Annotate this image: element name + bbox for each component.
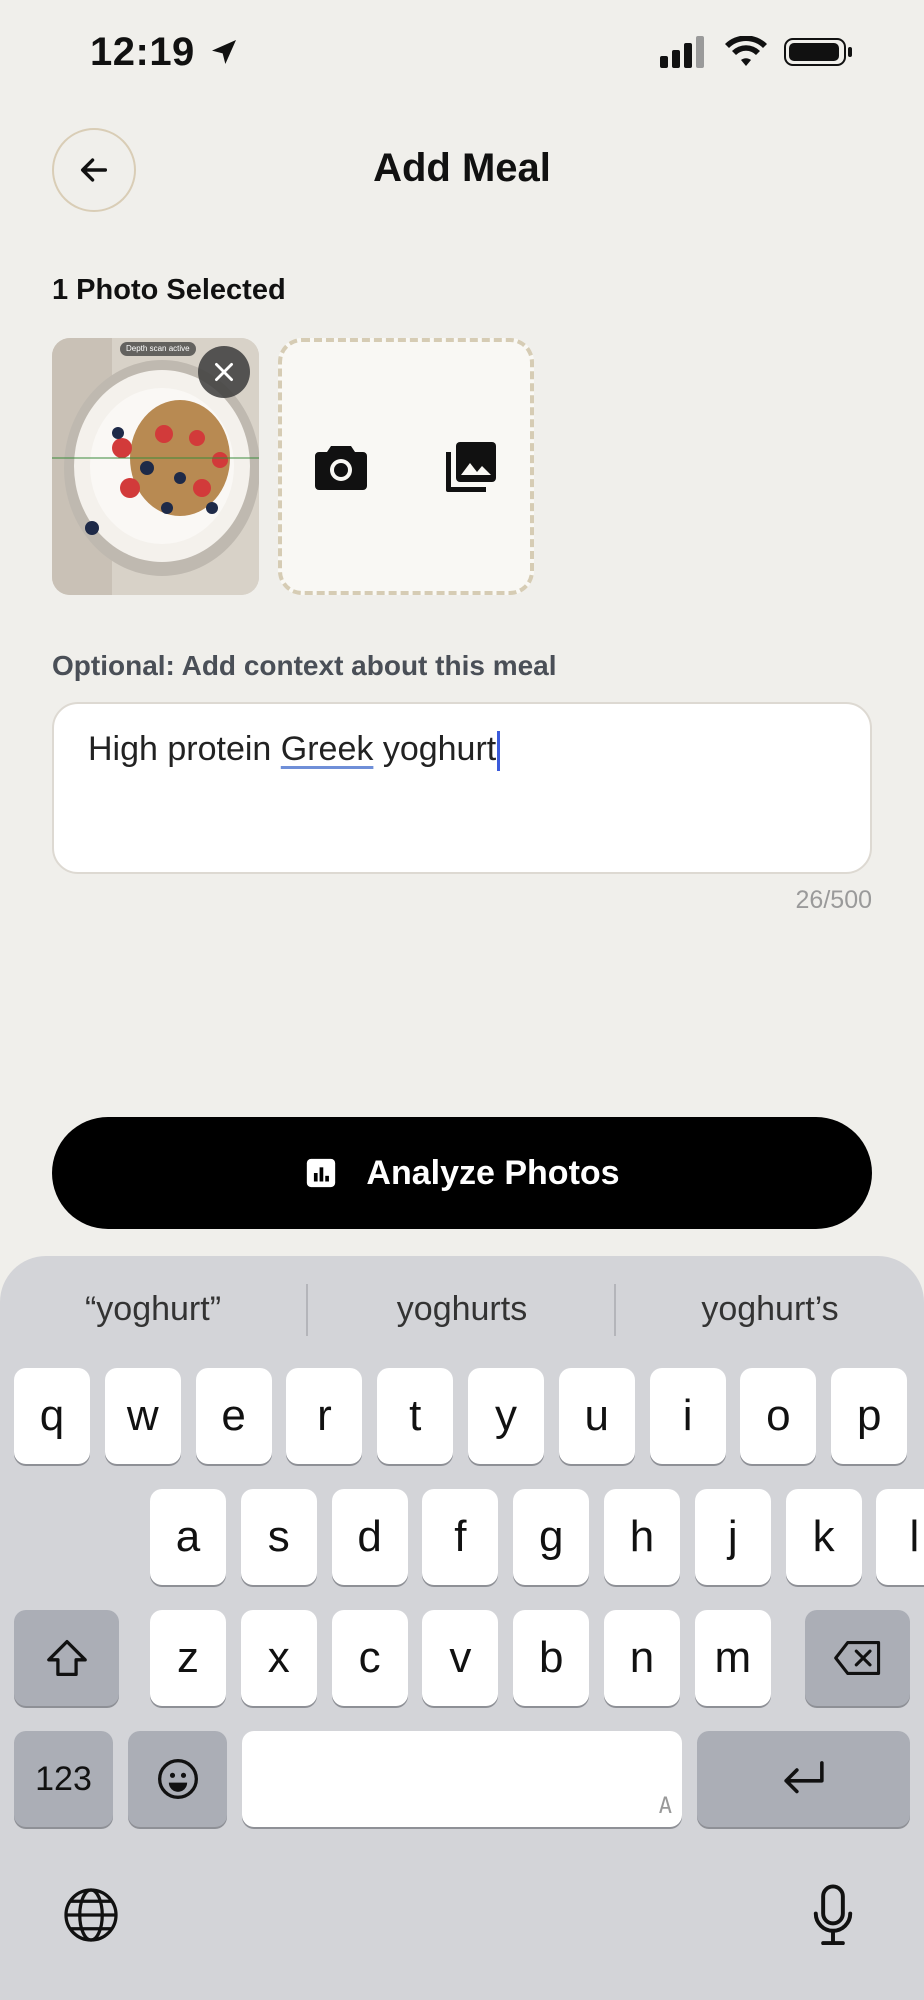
depth-scan-tag: Depth scan active	[120, 342, 196, 356]
key-f[interactable]: f	[422, 1489, 499, 1585]
key-j[interactable]: j	[694, 1489, 771, 1585]
suggestion-divider	[306, 1284, 308, 1336]
suggestion-2[interactable]: yoghurts	[312, 1290, 612, 1329]
photo-library-icon	[446, 442, 496, 492]
photos-selected-label: 1 Photo Selected	[52, 274, 286, 306]
numbers-key[interactable]: 123	[14, 1731, 113, 1827]
chart-icon	[307, 1158, 336, 1188]
suggestion-divider	[614, 1284, 616, 1336]
shift-key[interactable]	[14, 1610, 119, 1706]
key-o[interactable]: o	[740, 1368, 817, 1464]
return-key[interactable]	[697, 1731, 910, 1827]
suggestion-3[interactable]: yoghurt’s	[620, 1290, 920, 1329]
key-s[interactable]: s	[240, 1489, 317, 1585]
key-x[interactable]: x	[240, 1610, 317, 1706]
key-l[interactable]: l	[876, 1489, 924, 1585]
microphone-icon	[813, 1884, 853, 1946]
key-z[interactable]: z	[150, 1610, 226, 1706]
return-icon	[783, 1761, 824, 1794]
context-text-part: High protein	[88, 730, 281, 768]
status-time: 12:19	[90, 30, 240, 75]
space-key[interactable]: A	[242, 1731, 682, 1827]
camera-icon	[315, 446, 367, 490]
remove-photo-button[interactable]	[198, 346, 250, 398]
key-n[interactable]: n	[604, 1610, 680, 1706]
battery-icon	[784, 38, 852, 66]
key-a[interactable]: a	[150, 1489, 226, 1585]
close-icon	[215, 363, 233, 381]
key-e[interactable]: e	[195, 1368, 272, 1464]
location-arrow-icon	[212, 40, 237, 64]
key-u[interactable]: u	[558, 1368, 635, 1464]
key-q[interactable]: q	[14, 1368, 90, 1464]
camera-button[interactable]	[306, 432, 376, 502]
gallery-button[interactable]	[436, 432, 506, 502]
dictation-key[interactable]	[800, 1880, 866, 1952]
text-caret	[497, 731, 501, 772]
key-t[interactable]: t	[377, 1368, 454, 1464]
key-p[interactable]: p	[831, 1368, 908, 1464]
key-k[interactable]: k	[785, 1489, 862, 1585]
context-text-underlined: Greek	[280, 730, 374, 768]
backspace-icon	[833, 1641, 880, 1675]
globe-icon	[64, 1888, 118, 1942]
status-icons	[660, 36, 854, 68]
wifi-icon	[725, 36, 767, 66]
context-text: High protein Greek yoghurt	[88, 730, 501, 772]
character-counter: 26/500	[795, 886, 872, 914]
backspace-key[interactable]	[805, 1610, 910, 1706]
key-h[interactable]: h	[604, 1489, 680, 1585]
globe-key[interactable]	[58, 1882, 124, 1948]
key-v[interactable]: v	[422, 1610, 499, 1706]
suggestion-1[interactable]: “yoghurt”	[3, 1290, 303, 1329]
analyze-label: Analyze Photos	[366, 1153, 620, 1192]
shift-icon	[46, 1640, 87, 1676]
key-w[interactable]: w	[104, 1368, 181, 1464]
page-title: Add Meal	[373, 146, 551, 190]
space-hint: A	[658, 1794, 672, 1819]
cellular-signal-icon	[660, 36, 704, 68]
context-label: Optional: Add context about this meal	[52, 650, 557, 681]
key-g[interactable]: g	[513, 1489, 590, 1585]
key-m[interactable]: m	[694, 1610, 771, 1706]
key-y[interactable]: y	[468, 1368, 544, 1464]
context-textarea[interactable]	[52, 702, 872, 874]
key-i[interactable]: i	[649, 1368, 726, 1464]
analyze-photos-button[interactable]: Analyze Photos	[52, 1117, 872, 1229]
emoji-key[interactable]	[128, 1731, 227, 1827]
key-r[interactable]: r	[286, 1368, 363, 1464]
key-d[interactable]: d	[331, 1489, 408, 1585]
emoji-icon	[157, 1759, 198, 1799]
context-text-part: yoghurt	[373, 730, 497, 768]
key-b[interactable]: b	[513, 1610, 590, 1706]
status-time-text: 12:19	[90, 30, 195, 74]
key-c[interactable]: c	[331, 1610, 408, 1706]
